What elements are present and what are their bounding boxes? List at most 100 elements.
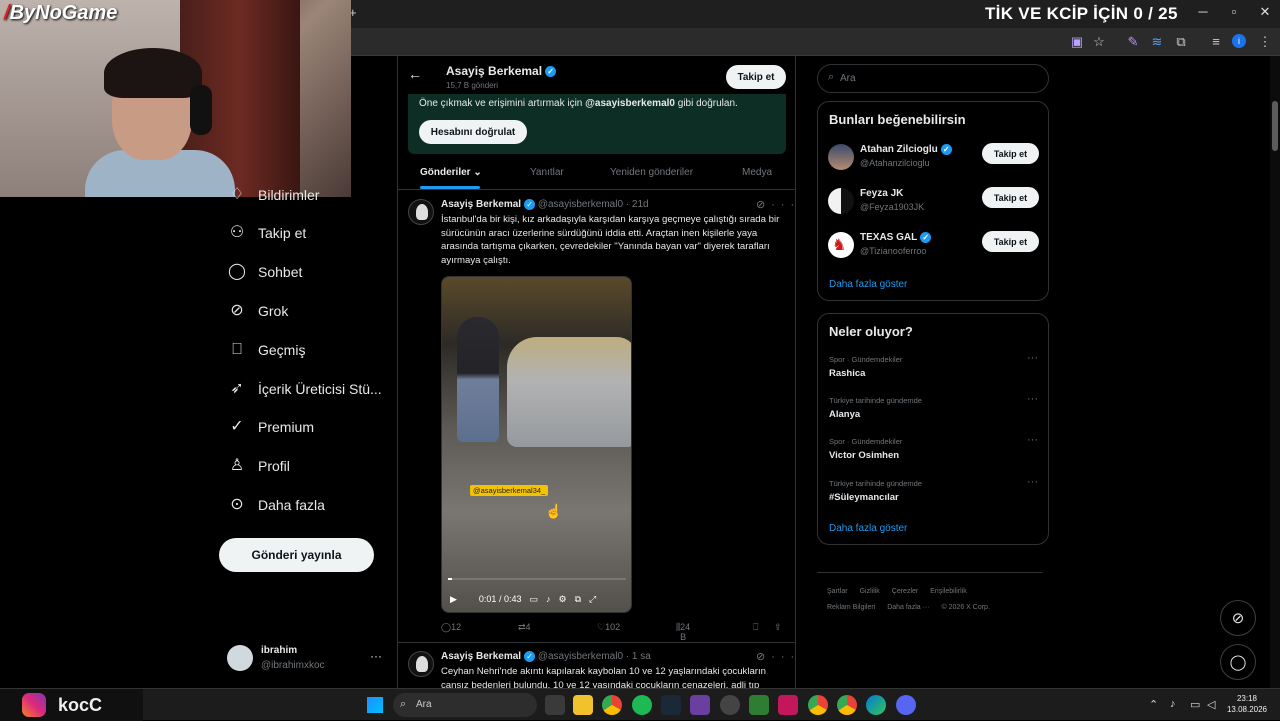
extension-wave-icon[interactable]: ≋ (1148, 34, 1166, 50)
app-icon-purple[interactable] (690, 695, 710, 715)
obs-icon[interactable] (720, 695, 740, 715)
more-icon[interactable]: ··· (771, 651, 795, 663)
grok-float-button[interactable]: ⊘ (1220, 600, 1256, 636)
nav-creator-studio[interactable]: ➶ İçerik Üreticisi Stü... (228, 378, 381, 400)
like-button[interactable]: ♡ 102 (597, 622, 620, 633)
nav-profile[interactable]: ♙ Profil (228, 455, 290, 477)
suggested-user[interactable]: Feyza JK @Feyza1903JK Takip et (828, 186, 1040, 216)
nav-grok[interactable]: ⊘ Grok (228, 300, 288, 322)
extensions-puzzle-icon[interactable]: ⧉ (1172, 34, 1190, 50)
task-view-icon[interactable] (545, 695, 565, 715)
avatar[interactable] (408, 651, 434, 677)
more-icon[interactable]: ··· (771, 199, 795, 211)
scrollbar-thumb[interactable] (1272, 101, 1278, 151)
nav-notifications[interactable]: ♢ Bildirimler (228, 184, 320, 206)
tweet-menu[interactable]: ⊘··· (756, 198, 795, 211)
bookmark-icon[interactable]: ⎕ (753, 622, 758, 633)
grok-icon[interactable]: ⊘ (756, 651, 771, 663)
footer-link[interactable]: Şartlar (827, 588, 848, 595)
reading-list-icon[interactable]: ≡ (1207, 34, 1225, 50)
trend-item[interactable]: Türkiye tarihinde gündemde Alanya ··· (829, 393, 1039, 424)
trend-item[interactable]: Türkiye tarihinde gündemde #Süleymancıla… (829, 476, 1039, 507)
fullscreen-icon[interactable]: ⤢ (589, 594, 596, 605)
video-progress-bar[interactable] (448, 578, 626, 580)
close-window-button[interactable]: ✕ (1250, 4, 1280, 20)
tweet-menu[interactable]: ⊘··· (756, 650, 795, 663)
footer-link[interactable]: Çerezler (892, 588, 918, 595)
tab-reposts[interactable]: Yeniden gönderiler (610, 167, 693, 178)
nav-history[interactable]: ⎕ Geçmiş (228, 339, 305, 361)
show-more-link[interactable]: Daha fazla göster (829, 523, 907, 534)
verify-account-button[interactable]: Hesabını doğrulat (419, 120, 527, 144)
play-icon[interactable]: ▶ (450, 594, 457, 605)
share-icon[interactable]: ⇪ (774, 622, 782, 633)
show-more-link[interactable]: Daha fazla göster (829, 279, 907, 290)
tweet[interactable]: Asayiş Berkemal ✓ @asayisberkemal0 · 1 sa… (398, 643, 795, 688)
profile-avatar-icon[interactable]: i (1232, 34, 1246, 48)
spotify-icon[interactable] (632, 695, 652, 715)
footer-link[interactable]: Reklam Bilgileri (827, 604, 875, 611)
more-icon[interactable]: ··· (1027, 352, 1038, 364)
chrome-icon[interactable] (837, 695, 857, 715)
search-input[interactable]: ⌕ Ara (817, 64, 1049, 93)
avatar[interactable] (408, 199, 434, 225)
nav-chat[interactable]: ◯ Sohbet (228, 261, 302, 283)
captions-icon[interactable]: ▭ (529, 594, 538, 605)
account-more-icon[interactable]: ··· (370, 649, 382, 663)
nav-premium[interactable]: ✓ Premium (228, 416, 314, 438)
reply-button[interactable]: ◯ 12 (441, 622, 461, 633)
post-button[interactable]: Gönderi yayınla (219, 538, 374, 572)
more-icon[interactable]: ··· (1027, 393, 1038, 405)
suggested-user[interactable]: Atahan Zilcioglu ✓ @Atahanzilcioglu Takip… (828, 142, 1040, 172)
app-icon-red[interactable] (778, 695, 798, 715)
footer-link[interactable]: Gizlilik (860, 588, 880, 595)
steam-icon[interactable] (661, 695, 681, 715)
footer-link[interactable]: Daha fazla ··· (887, 604, 929, 611)
taskbar-clock[interactable]: 23:18 13.08.2026 (1225, 693, 1269, 715)
taskbar-search[interactable]: ⌕ Ara (393, 693, 537, 717)
more-icon[interactable]: ··· (1027, 434, 1038, 446)
edge-icon[interactable] (866, 695, 886, 715)
volume-icon[interactable]: ♪ (546, 594, 551, 604)
back-arrow-icon[interactable]: ← (408, 66, 422, 82)
follow-button[interactable]: Takip et (982, 187, 1039, 208)
pip-icon[interactable]: ⧉ (575, 594, 581, 605)
footer-link[interactable]: Erişilebilirlik (930, 588, 967, 595)
settings-icon[interactable]: ⚙ (558, 594, 566, 605)
trend-item[interactable]: Spor · Gündemdekiler Rashica ··· (829, 352, 1039, 383)
tab-posts[interactable]: Gönderiler ⌄ (420, 167, 482, 178)
minimize-button[interactable]: ─ (1188, 4, 1218, 19)
maximize-button[interactable]: ▫ (1219, 4, 1249, 19)
windows-start-icon[interactable] (367, 697, 383, 713)
account-switcher[interactable]: ibrahim @ibrahimxkoc ··· (227, 643, 387, 675)
nav-more[interactable]: ⊙ Daha fazla (228, 494, 325, 516)
display-icon[interactable]: ▭ (1190, 698, 1200, 711)
tab-media[interactable]: Medya (742, 167, 772, 178)
bookmark-star-icon[interactable]: ☆ (1090, 34, 1108, 50)
nav-follow[interactable]: ⚇ Takip et (228, 222, 306, 244)
trend-item[interactable]: Spor · Gündemdekiler Victor Osimhen ··· (829, 434, 1039, 465)
tray-chevron-icon[interactable]: ⌃ (1149, 698, 1158, 711)
more-icon[interactable]: ··· (1027, 476, 1038, 488)
views-button[interactable]: ⫼ 24 B (676, 622, 690, 642)
file-explorer-icon[interactable] (573, 695, 593, 715)
follow-button[interactable]: Takip et (982, 143, 1039, 164)
browser-menu-icon[interactable]: ⋮ (1256, 34, 1274, 50)
follow-button[interactable]: Takip et (982, 231, 1039, 252)
tweet[interactable]: Asayiş Berkemal ✓ @asayisberkemal0 · 21d … (398, 191, 795, 642)
suggested-user[interactable]: ♞ TEXAS GAL ✓ @Tizianooferroo Takip et (828, 230, 1040, 260)
repost-button[interactable]: ⇄ 4 (518, 622, 531, 633)
page-scrollbar[interactable] (1270, 56, 1280, 688)
volume-icon[interactable]: ◁ (1207, 698, 1215, 711)
chrome-icon[interactable] (808, 695, 828, 715)
follow-button[interactable]: Takip et (726, 65, 786, 89)
chrome-icon[interactable] (602, 695, 622, 715)
screen-cast-icon[interactable]: ▣ (1068, 34, 1086, 50)
extension-pen-icon[interactable]: ✎ (1124, 34, 1142, 50)
microphone-icon[interactable]: ♪ (1170, 698, 1176, 710)
messages-float-button[interactable]: ◯ (1220, 644, 1256, 680)
kick-icon[interactable] (749, 695, 769, 715)
tab-replies[interactable]: Yanıtlar (530, 167, 564, 178)
grok-icon[interactable]: ⊘ (756, 199, 771, 211)
discord-icon[interactable] (896, 695, 916, 715)
